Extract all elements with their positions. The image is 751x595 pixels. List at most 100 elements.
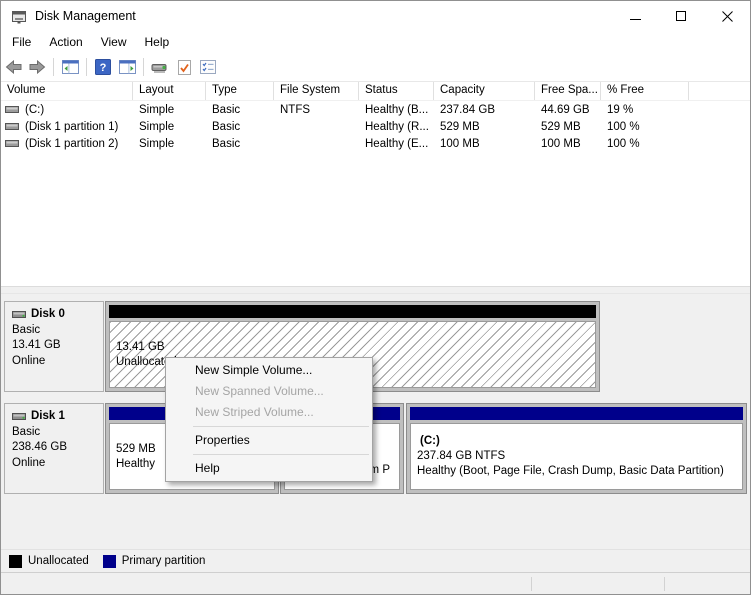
legend-label-primary: Primary partition — [121, 555, 206, 567]
properties-icon — [200, 60, 216, 74]
disk0-status: Online — [12, 354, 46, 367]
close-icon — [721, 10, 733, 22]
volume-icon — [5, 140, 19, 147]
forward-button[interactable] — [26, 56, 48, 78]
close-button[interactable] — [704, 1, 750, 31]
column-header-layout[interactable]: Layout — [133, 82, 206, 100]
menu-view[interactable]: View — [92, 32, 136, 52]
status-bar-divider — [664, 577, 665, 591]
disk1-size: 238.46 GB — [12, 441, 67, 453]
maximize-icon — [676, 11, 686, 21]
column-header-capacity[interactable]: Capacity — [434, 82, 535, 100]
table-row[interactable]: (C:) Simple Basic NTFS Healthy (B... 237… — [1, 101, 750, 118]
menu-item-properties[interactable]: Properties — [166, 430, 372, 451]
back-button[interactable] — [2, 56, 24, 78]
column-header-file-system[interactable]: File System — [274, 82, 359, 100]
primary-partition-band — [410, 407, 743, 420]
volume-name: (Disk 1 partition 2) — [25, 137, 119, 150]
partition-c-body[interactable]: (C:) 237.84 GB NTFS Healthy (Boot, Page … — [410, 423, 743, 490]
show-action-pane-button[interactable] — [116, 56, 138, 78]
menu-file[interactable]: File — [3, 32, 40, 52]
disk1-status: Online — [12, 456, 46, 469]
column-header-free-space[interactable]: Free Spa... — [535, 82, 601, 100]
toolbar: ? — [1, 53, 750, 81]
show-action-pane-icon — [118, 60, 136, 74]
check-button[interactable] — [173, 56, 195, 78]
window-title: Disk Management — [35, 9, 136, 23]
column-header-pct-free[interactable]: % Free — [601, 82, 689, 100]
help-button[interactable]: ? — [92, 56, 114, 78]
primary-partition-swatch — [102, 554, 116, 568]
rescan-disks-button[interactable] — [149, 56, 171, 78]
cell-free: 100 MB — [541, 137, 581, 150]
volume-icon — [5, 123, 19, 130]
cell-type: Basic — [212, 137, 241, 150]
column-header-volume[interactable]: Volume — [1, 82, 133, 100]
region-size: 13.41 GB — [116, 340, 165, 353]
toolbar-separator — [86, 58, 87, 76]
menu-item-help[interactable]: Help — [166, 458, 372, 479]
volume-table-header: Volume Layout Type File System Status Ca… — [1, 82, 750, 101]
table-row[interactable]: (Disk 1 partition 2) Simple Basic Health… — [1, 135, 750, 152]
disk0-type: Basic — [12, 323, 41, 336]
column-header-filler — [689, 82, 750, 100]
help-icon: ? — [95, 59, 111, 75]
maximize-button[interactable] — [658, 1, 704, 31]
disk1-partition-c-region[interactable]: (C:) 237.84 GB NTFS Healthy (Boot, Page … — [406, 403, 747, 494]
volume-name: (Disk 1 partition 1) — [25, 120, 119, 133]
disk-icon — [12, 412, 26, 420]
rescan-disks-icon — [151, 63, 167, 72]
menu-separator — [193, 426, 369, 427]
cell-layout: Simple — [139, 137, 175, 150]
graphical-view-pane: Disk 0 Basic 13.41 GB Online 13.41 GB Un… — [1, 294, 750, 549]
cell-layout: Simple — [139, 120, 175, 133]
column-header-status[interactable]: Status — [359, 82, 434, 100]
cell-status: Healthy (B... — [365, 103, 429, 116]
window-controls — [612, 1, 750, 31]
cell-fs: NTFS — [280, 103, 311, 116]
table-row[interactable]: (Disk 1 partition 1) Simple Basic Health… — [1, 118, 750, 135]
cell-layout: Simple — [139, 103, 175, 116]
menu-help[interactable]: Help — [136, 32, 179, 52]
cell-pct-free: 100 % — [607, 120, 640, 133]
cell-type: Basic — [212, 103, 241, 116]
disk-management-window: Disk Management File Action View Help ? … — [0, 0, 751, 595]
cell-capacity: 237.84 GB — [440, 103, 495, 116]
menu-action[interactable]: Action — [40, 32, 91, 52]
svg-text:?: ? — [100, 62, 107, 74]
volume-list-pane: Volume Layout Type File System Status Ca… — [1, 81, 750, 286]
unallocated-band — [109, 305, 596, 318]
context-menu: New Simple Volume... New Spanned Volume.… — [165, 357, 373, 482]
partition-name: (C:) — [420, 435, 440, 447]
app-icon — [11, 9, 27, 24]
cell-status: Healthy (E... — [365, 137, 429, 150]
cell-pct-free: 100 % — [607, 137, 640, 150]
back-icon — [5, 60, 21, 74]
disk1-name: Disk 1 — [31, 410, 65, 422]
partition-status: Healthy (Boot, Page File, Crash Dump, Ba… — [417, 465, 724, 477]
unallocated-swatch — [9, 554, 22, 568]
menu-item-new-striped-volume: New Striped Volume... — [195, 405, 314, 419]
forward-icon — [29, 60, 45, 74]
menu-item-new-spanned-volume: New Spanned Volume... — [195, 384, 324, 398]
column-header-type[interactable]: Type — [206, 82, 274, 100]
disk1-label-panel[interactable]: Disk 1 Basic 238.46 GB Online — [4, 403, 104, 494]
status-bar-divider — [531, 577, 532, 591]
menu-separator — [193, 454, 369, 455]
volume-name: (C:) — [25, 103, 45, 116]
menu-item-new-simple-volume[interactable]: New Simple Volume... — [166, 360, 372, 381]
cell-pct-free: 19 % — [607, 103, 634, 116]
cell-free: 44.69 GB — [541, 103, 590, 116]
toolbar-separator — [143, 58, 144, 76]
disk0-label-panel[interactable]: Disk 0 Basic 13.41 GB Online — [4, 301, 104, 392]
show-console-tree-icon — [61, 60, 79, 74]
properties-button[interactable] — [197, 56, 219, 78]
show-console-tree-button[interactable] — [59, 56, 81, 78]
title-bar[interactable]: Disk Management — [1, 1, 750, 31]
legend-bar: Unallocated Primary partition — [1, 549, 750, 572]
disk1-type: Basic — [12, 425, 41, 438]
pane-splitter[interactable] — [1, 286, 750, 294]
menu-bar: File Action View Help — [1, 31, 750, 53]
legend-label-unallocated: Unallocated — [28, 555, 89, 567]
minimize-button[interactable] — [612, 1, 658, 31]
